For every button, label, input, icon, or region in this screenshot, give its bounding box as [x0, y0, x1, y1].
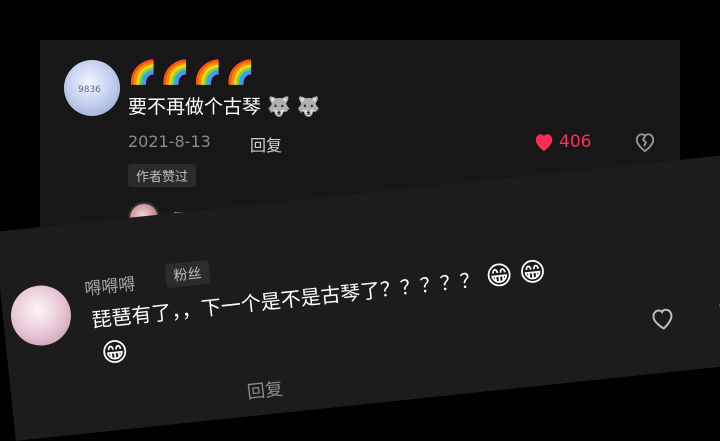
- comment2-text: 琵琶有了，，下一个是不是古琴了？？？？？ 😁 😁: [90, 256, 548, 333]
- heart-icon[interactable]: [533, 132, 555, 152]
- comment-text: 要不再做个古琴 🐺 🐺: [128, 96, 321, 118]
- emoji-row: 🌈 🌈 🌈 🌈: [128, 62, 255, 85]
- comment-date: 2021-8-13: [128, 132, 211, 151]
- avatar[interactable]: 9836: [64, 60, 120, 116]
- rainbow-emoji-4: 🌈: [225, 60, 255, 86]
- broken-heart-icon[interactable]: [634, 132, 656, 152]
- grin-emoji-2: 😁: [517, 256, 548, 290]
- wolf-emoji-1: 🐺: [267, 96, 291, 118]
- avatar[interactable]: [8, 282, 74, 349]
- like-count: 406: [559, 132, 592, 152]
- avatar-tag: 9836: [78, 85, 101, 95]
- heart-outline-icon[interactable]: [650, 306, 676, 330]
- comment2-reply-button[interactable]: 回复: [246, 375, 285, 405]
- grin-emoji-1: 😁: [484, 260, 515, 293]
- rainbow-emoji-2: 🌈: [160, 60, 190, 86]
- rainbow-emoji-1: 🌈: [128, 60, 157, 86]
- comment2-username[interactable]: 嘚嘚嘚: [83, 270, 136, 300]
- fan-badge: 粉丝: [164, 259, 211, 289]
- reply-button[interactable]: 回复: [250, 132, 282, 156]
- grin-emoji-3: 😁: [99, 336, 130, 370]
- wolf-emoji-2: 🐺: [296, 96, 321, 118]
- rainbow-emoji-3: 🌈: [193, 60, 222, 86]
- author-liked-badge: 作者赞过: [128, 164, 197, 187]
